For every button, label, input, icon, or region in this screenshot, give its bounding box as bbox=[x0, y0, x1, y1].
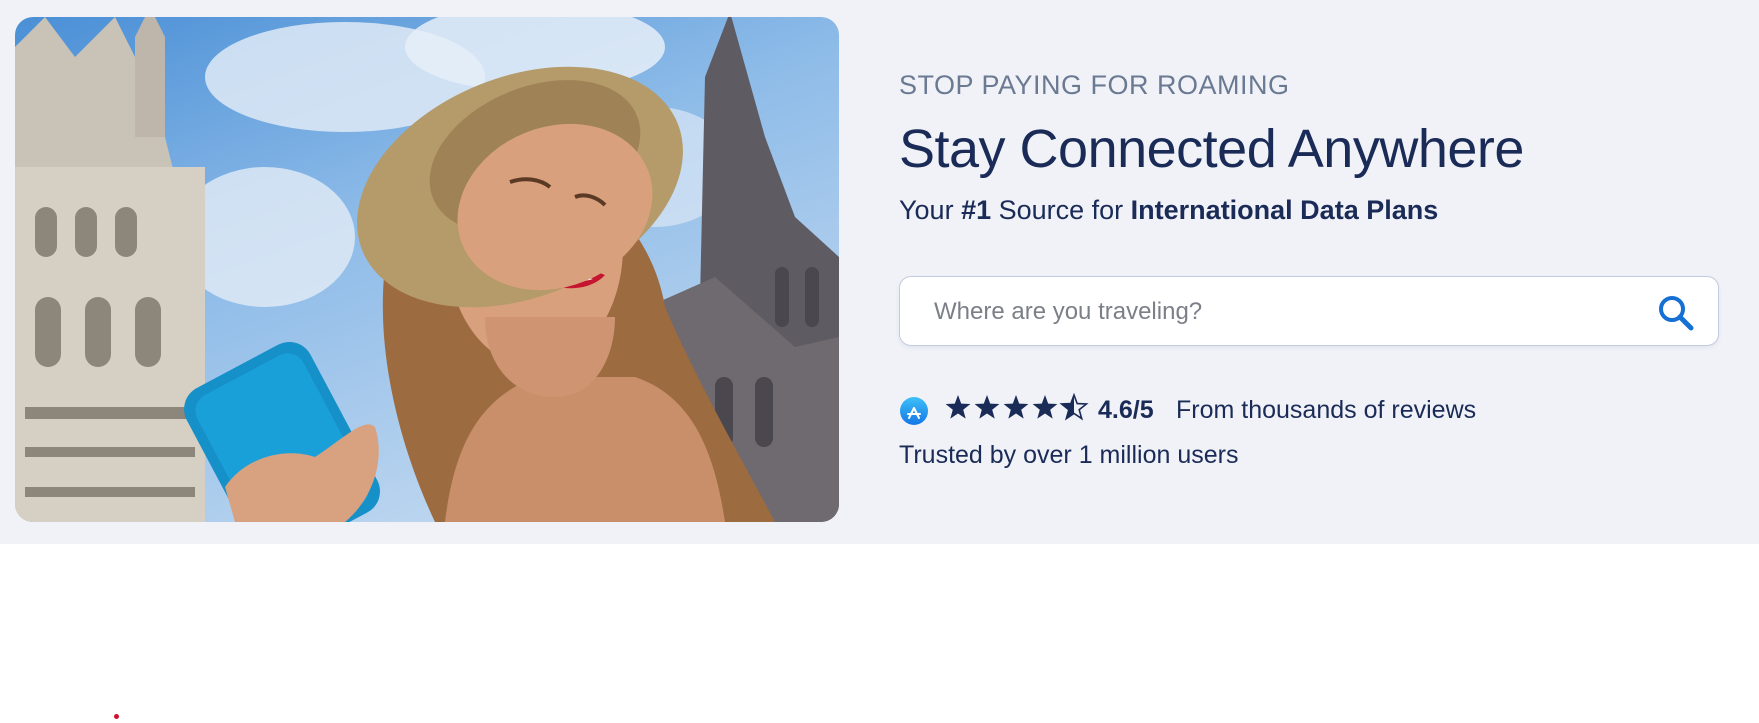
subtitle-highlight-product: International Data Plans bbox=[1130, 195, 1439, 225]
rating-stars bbox=[945, 392, 1089, 421]
subtitle: Your #1 Source for International Data Pl… bbox=[899, 195, 1438, 226]
star-icon bbox=[1003, 395, 1029, 419]
destination-search bbox=[899, 276, 1719, 346]
hero-content: STOP PAYING FOR ROAMING Stay Connected A… bbox=[899, 0, 1721, 544]
hero-section: STOP PAYING FOR ROAMING Stay Connected A… bbox=[0, 0, 1759, 544]
rating-caption: From thousands of reviews bbox=[1176, 396, 1477, 424]
hero-image bbox=[15, 17, 839, 522]
page-title: Stay Connected Anywhere bbox=[899, 119, 1524, 179]
search-button[interactable] bbox=[1656, 293, 1696, 333]
subtitle-highlight-rank: #1 bbox=[961, 195, 992, 225]
destination-search-input[interactable] bbox=[932, 293, 1616, 331]
accent-dot bbox=[114, 714, 119, 719]
rating-score: 4.6/5 bbox=[1098, 396, 1154, 424]
star-icon bbox=[974, 395, 1000, 419]
star-icon bbox=[945, 395, 971, 419]
search-icon bbox=[1659, 296, 1694, 331]
subtitle-part: Source for bbox=[991, 195, 1131, 225]
trusted-text: Trusted by over 1 million users bbox=[899, 441, 1239, 469]
eyebrow-text: STOP PAYING FOR ROAMING bbox=[899, 70, 1290, 100]
app-store-icon bbox=[900, 397, 928, 425]
star-icon bbox=[1032, 395, 1058, 419]
subtitle-part: Your bbox=[899, 195, 962, 225]
